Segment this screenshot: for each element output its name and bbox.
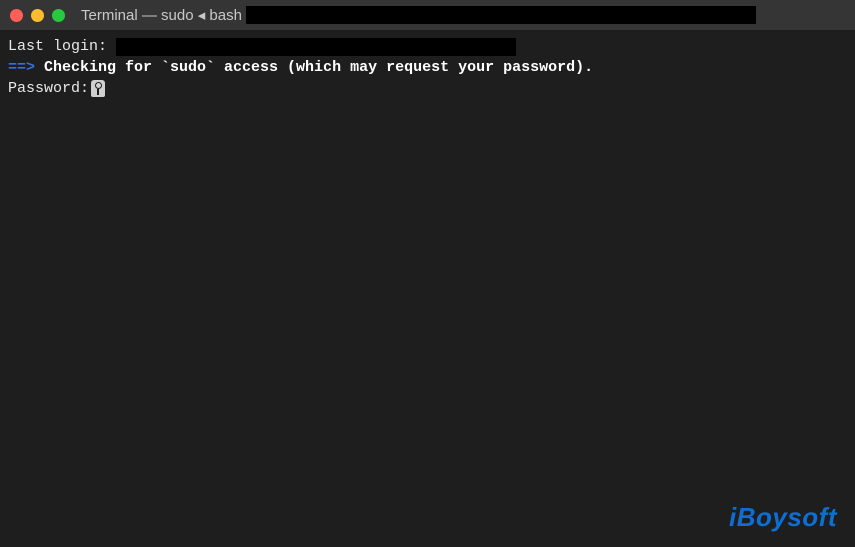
watermark-logo: iBoysoft xyxy=(729,502,837,533)
minimize-button[interactable] xyxy=(31,9,44,22)
maximize-button[interactable] xyxy=(52,9,65,22)
title-redacted-area xyxy=(246,6,756,24)
last-login-label: Last login: xyxy=(8,36,116,57)
close-button[interactable] xyxy=(10,9,23,22)
password-prompt-label: Password: xyxy=(8,78,89,99)
checking-message: Checking for `sudo` access (which may re… xyxy=(44,57,593,78)
last-login-redacted xyxy=(116,38,516,56)
checking-sudo-line: ==> Checking for `sudo` access (which ma… xyxy=(8,57,847,78)
last-login-line: Last login: xyxy=(8,36,847,57)
window-title: Terminal — sudo ◂ bash xyxy=(81,6,756,24)
traffic-lights xyxy=(10,9,65,22)
key-icon xyxy=(91,80,105,97)
terminal-content[interactable]: Last login: ==> Checking for `sudo` acce… xyxy=(0,30,855,105)
password-prompt-line: Password: xyxy=(8,78,847,99)
title-bar: Terminal — sudo ◂ bash xyxy=(0,0,855,30)
window-title-text: Terminal — sudo ◂ bash xyxy=(81,6,242,24)
arrow-prefix: ==> xyxy=(8,57,44,78)
watermark-text: iBoysoft xyxy=(729,502,837,532)
